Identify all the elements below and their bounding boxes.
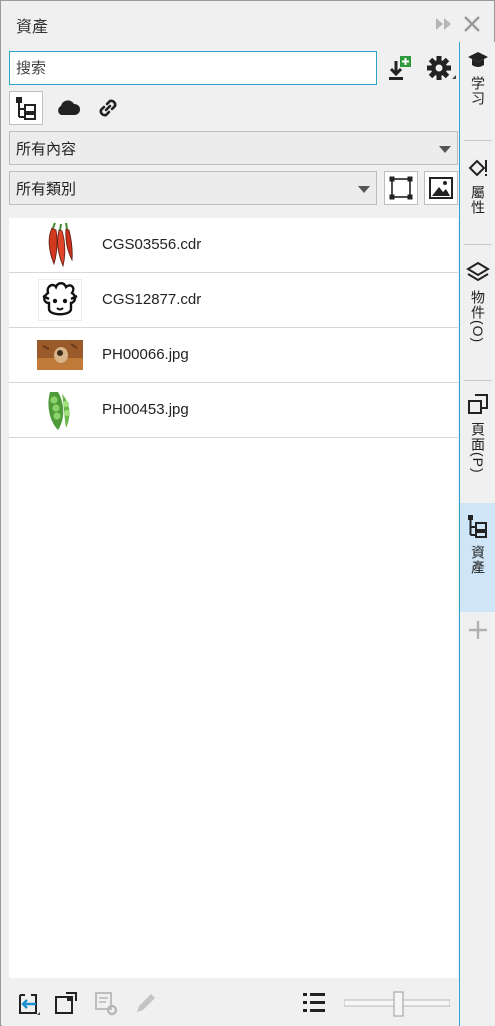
asset-properties-button[interactable] (92, 989, 120, 1017)
chevron-down-icon (439, 146, 451, 153)
plus-icon (469, 621, 487, 639)
pencil-icon (137, 994, 155, 1012)
layers-icon (466, 261, 490, 282)
category-filter-value: 所有類別 (16, 180, 77, 198)
list-view-button[interactable] (300, 989, 328, 1017)
title-bar: 資產 (2, 2, 495, 42)
assets-panel: 所有內容 所有類別 (2, 42, 459, 1026)
category-filter-dropdown[interactable]: 所有類別 (9, 171, 377, 205)
edit-asset-button[interactable] (132, 989, 160, 1017)
tab-divider (464, 244, 492, 245)
green-peas-thumbnail (37, 387, 83, 433)
window-title: 資產 (16, 19, 49, 36)
tab-properties-label: 屬性 (470, 185, 486, 215)
fill-bucket-icon (468, 159, 487, 177)
asset-name: PH00066.jpg (102, 346, 189, 363)
asset-name: CGS03556.cdr (102, 236, 202, 253)
chili-peppers-thumbnail (37, 222, 83, 268)
graduation-cap-icon (468, 52, 488, 67)
list-item[interactable]: PH00453.jpg (9, 383, 458, 438)
assets-docker: 資產 搜索 所有內容 所有類別 CGS03556.cdr CGS12877.cd… (0, 0, 495, 1026)
tree-icon (16, 97, 36, 120)
link-icon (99, 99, 117, 117)
link-tab[interactable] (91, 91, 125, 125)
content-filter-value: 所有內容 (16, 140, 77, 158)
collapse-icon[interactable] (434, 16, 454, 32)
asset-name: PH00453.jpg (102, 401, 189, 418)
tab-pages[interactable]: 頁面(P) (460, 388, 495, 514)
tab-objects-label: 物件(O) (470, 290, 486, 344)
view-tabs (9, 91, 139, 125)
import-file-icon (19, 994, 40, 1015)
asset-list: CGS03556.cdr CGS12877.cdr PH00066.jpg PH… (9, 218, 458, 978)
tab-assets[interactable]: 資產 (460, 503, 495, 612)
tab-assets-label: 資產 (470, 545, 486, 575)
vector-filter-button[interactable] (384, 171, 418, 205)
pages-icon (468, 394, 488, 414)
list-icon (303, 993, 325, 1012)
docker-tab-strip: 学习 屬性 物件(O) 頁面(P) 資產 (459, 42, 495, 1026)
content-filter-dropdown[interactable]: 所有內容 (9, 131, 458, 165)
bounding-box-icon (389, 176, 413, 200)
chevron-down-icon (358, 186, 370, 193)
list-item[interactable]: PH00066.jpg (9, 328, 458, 383)
tab-objects[interactable]: 物件(O) (460, 254, 495, 384)
download-icon (389, 56, 411, 80)
settings-button[interactable] (424, 53, 458, 85)
tab-learn-label: 学习 (470, 76, 486, 106)
assets-icon (468, 515, 487, 538)
dog-photo-thumbnail (37, 332, 83, 378)
thumbnail-size-slider[interactable] (343, 991, 451, 1017)
bottom-toolbar (2, 979, 459, 1026)
cloud-tab[interactable] (51, 91, 85, 125)
open-asset-button[interactable] (52, 989, 80, 1017)
tree-view-tab[interactable] (9, 91, 43, 125)
search-input[interactable] (9, 51, 377, 85)
list-item[interactable]: CGS03556.cdr (9, 218, 458, 273)
gear-icon (427, 56, 456, 80)
tab-divider (464, 140, 492, 141)
tab-pages-label: 頁面(P) (470, 422, 486, 474)
close-icon[interactable] (462, 14, 482, 34)
new-asset-button[interactable] (14, 989, 42, 1017)
import-button[interactable] (386, 54, 416, 84)
open-file-icon (55, 992, 77, 1014)
tab-divider (464, 380, 492, 381)
bitmap-filter-button[interactable] (424, 171, 458, 205)
sheep-face-thumbnail (37, 277, 83, 323)
document-settings-icon (95, 992, 118, 1016)
image-icon (429, 177, 453, 199)
tab-learn[interactable]: 学习 (460, 42, 495, 126)
cloud-icon (58, 100, 81, 115)
asset-name: CGS12877.cdr (102, 291, 202, 308)
add-docker-button[interactable] (460, 616, 495, 644)
tab-properties[interactable]: 屬性 (460, 149, 495, 259)
list-item[interactable]: CGS12877.cdr (9, 273, 458, 328)
